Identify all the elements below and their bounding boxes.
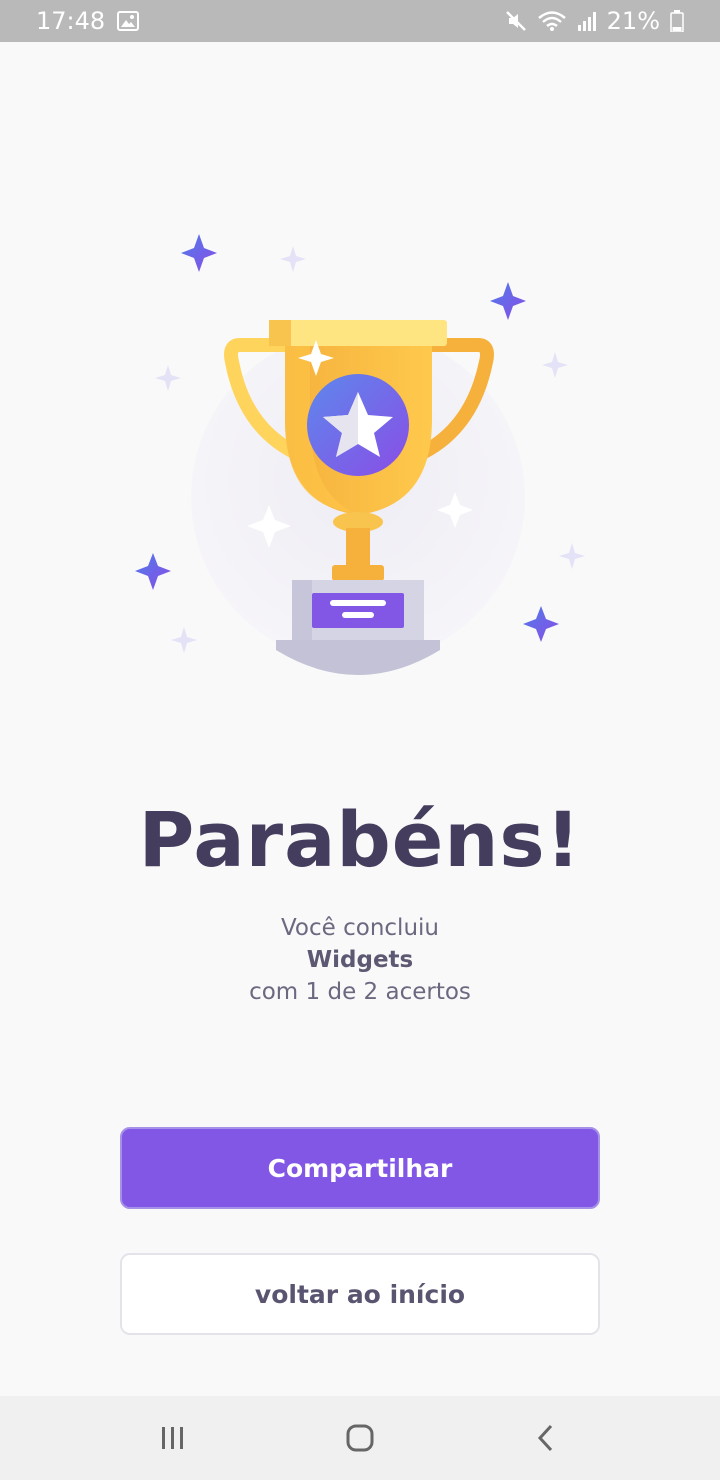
battery-icon — [670, 10, 684, 32]
back-to-home-button[interactable]: voltar ao início — [120, 1253, 600, 1335]
trophy-icon — [135, 234, 585, 675]
battery-percent: 21% — [606, 7, 660, 35]
summary-subject: Widgets — [306, 947, 414, 973]
recent-apps-icon — [162, 1427, 184, 1449]
back-to-home-label: voltar ao início — [254, 1279, 466, 1309]
system-nav-bar — [0, 1396, 720, 1480]
share-button[interactable]: Compartilhar — [120, 1127, 600, 1209]
status-bar: 17:48 21% — [0, 0, 720, 42]
signal-icon — [577, 10, 597, 32]
home-button[interactable] — [320, 1408, 400, 1468]
status-left: 17:48 — [36, 7, 140, 35]
share-button-label: Compartilhar — [267, 1153, 453, 1183]
page-title: Parabéns! — [138, 795, 582, 884]
mute-icon — [505, 10, 527, 32]
status-right: 21% — [505, 7, 684, 35]
wifi-icon — [537, 10, 567, 32]
status-time: 17:48 — [36, 7, 106, 35]
completion-summary: Você concluiu Widgets com 1 de 2 acertos — [0, 912, 720, 1008]
home-icon — [346, 1424, 374, 1452]
summary-result: com 1 de 2 acertos — [249, 979, 471, 1005]
recent-apps-button[interactable] — [133, 1408, 213, 1468]
trophy-illustration — [0, 200, 720, 700]
back-icon — [537, 1424, 552, 1452]
back-button[interactable] — [507, 1408, 587, 1468]
image-icon — [117, 11, 140, 31]
summary-line1: Você concluiu — [280, 915, 439, 941]
